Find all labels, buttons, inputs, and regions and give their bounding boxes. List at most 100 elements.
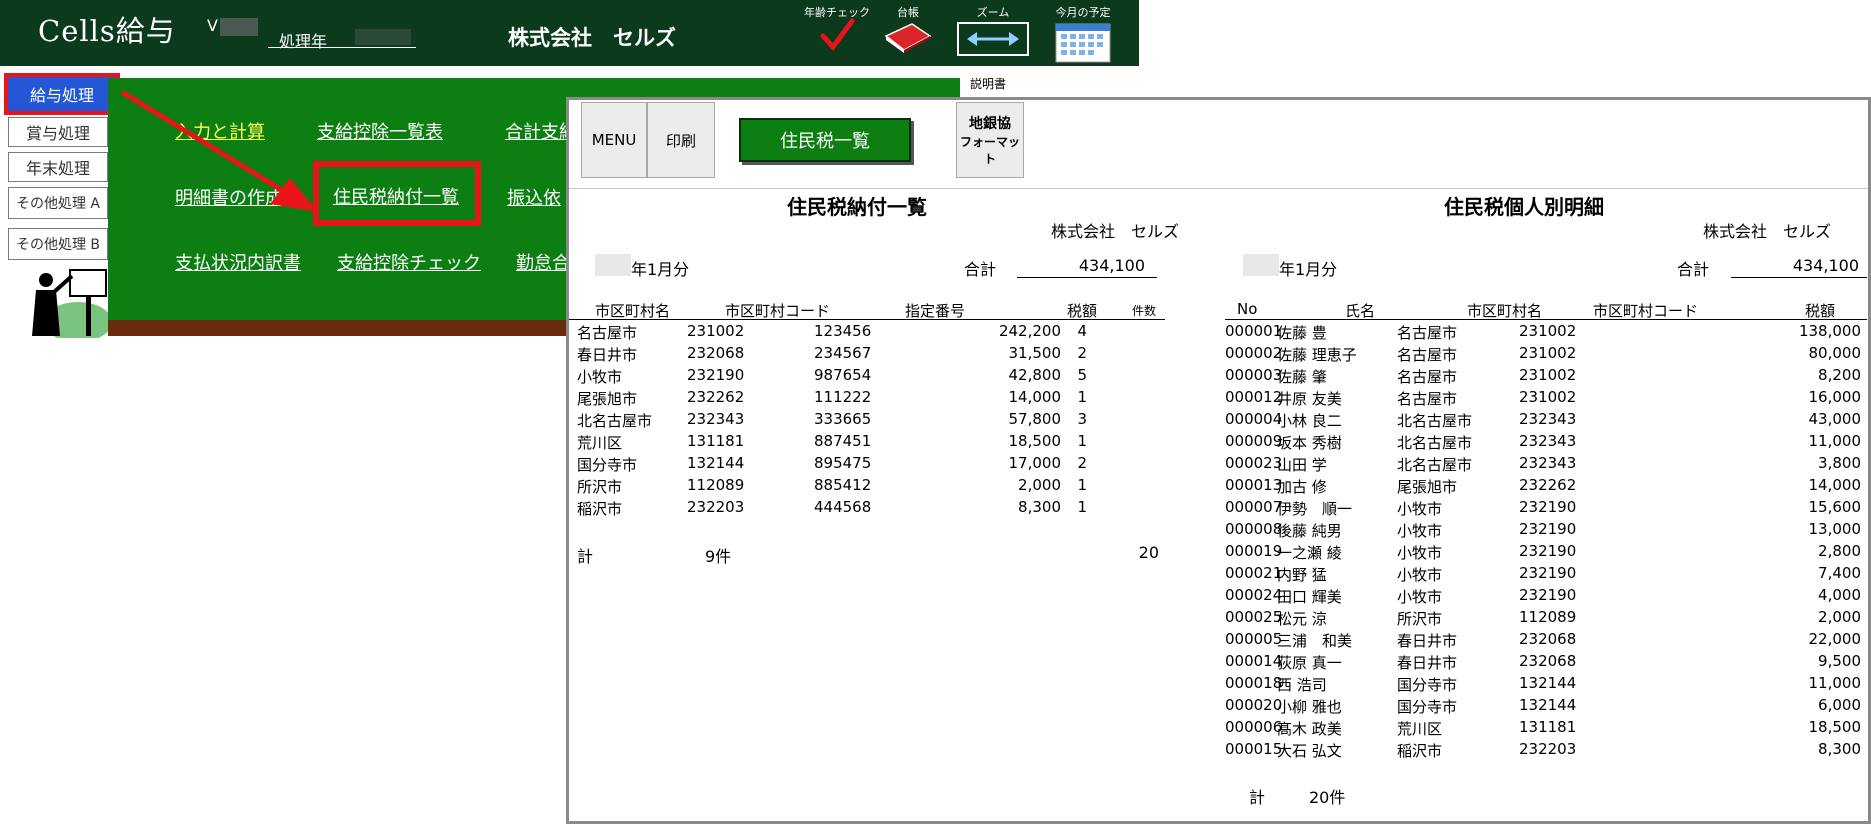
- left-period-year-mask: [595, 254, 631, 276]
- menu-link-attendance[interactable]: 勤怠合: [516, 249, 570, 275]
- table-cell: 北名古屋市: [1397, 412, 1473, 430]
- table-cell: 111222: [814, 388, 872, 406]
- left-total-value: 434,100: [1078, 256, 1145, 275]
- table-cell: 稲沢市: [1397, 742, 1443, 760]
- table-cell: 000006: [1225, 718, 1283, 736]
- bank-format-button[interactable]: 地銀協 フォーマット: [956, 102, 1024, 178]
- table-cell: 稲沢市: [577, 500, 623, 518]
- age-check-button[interactable]: 年齢チェック: [802, 4, 872, 55]
- table-cell: 000021: [1225, 564, 1283, 582]
- right-table-body: 000001 佐藤 豊名古屋市 231002 138,000 000002 佐藤 理恵子名…: [1225, 322, 1865, 762]
- table-cell: 31,500: [1008, 344, 1062, 362]
- menu-button[interactable]: MENU: [581, 102, 647, 178]
- table-cell: 000012: [1225, 388, 1283, 406]
- zoom-button[interactable]: ズーム: [955, 4, 1031, 56]
- table-row: 000019 一之瀬 綾 小牧市 232190 2,800: [1225, 542, 1865, 564]
- table-cell: 名古屋市: [1397, 390, 1458, 408]
- table-cell: 1: [1077, 432, 1087, 450]
- menu-link-payment-status[interactable]: 支払状況内訳書: [175, 249, 301, 275]
- right-period-year-mask: [1243, 254, 1279, 276]
- table-cell: 57,800: [1008, 410, 1062, 428]
- arrow-annotation: [120, 89, 318, 212]
- bank-format-label-2: フォーマット: [959, 135, 1020, 166]
- table-cell: 名古屋市: [1397, 346, 1458, 364]
- table-cell: 000013: [1225, 476, 1283, 494]
- left-report-company: 株式会社 セルズ: [1051, 222, 1180, 241]
- table-cell: 234567: [814, 344, 872, 362]
- table-cell: 232068: [1519, 652, 1577, 670]
- table-cell: 000024: [1225, 586, 1283, 604]
- table-cell: 2,000: [1818, 608, 1861, 626]
- book-icon: [884, 23, 932, 53]
- table-cell: 232190: [687, 366, 745, 384]
- table-cell: 坂本 秀樹: [1277, 434, 1342, 452]
- table-row: 000004 小林 良二 北名古屋市 232343 43,000: [1225, 410, 1865, 432]
- table-cell: 名古屋市: [1397, 324, 1458, 342]
- ledger-button[interactable]: 台帳: [880, 4, 936, 57]
- column-header: 税額: [1805, 302, 1836, 320]
- table-cell: 000002: [1225, 344, 1283, 362]
- left-footer-total: 20: [1138, 543, 1159, 562]
- table-cell: 小林 良二: [1277, 412, 1342, 430]
- table-cell: 232190: [1519, 586, 1577, 604]
- table-cell: 232343: [687, 410, 745, 428]
- table-cell: 444568: [814, 498, 872, 516]
- table-row: 000001 佐藤 豊 名古屋市 231002 138,000: [1225, 322, 1865, 344]
- table-row: 000021 内野 猛 小牧市 232190 7,400: [1225, 564, 1865, 586]
- table-cell: 000023: [1225, 454, 1283, 472]
- table-row: 国分寺市 132144 895475 17,000 2: [577, 454, 1165, 476]
- table-cell: 佐藤 理恵子: [1277, 346, 1357, 364]
- table-row: 000009 坂本 秀樹 北名古屋市 232343 11,000: [1225, 432, 1865, 454]
- table-cell: 内野 猛: [1277, 566, 1327, 584]
- table-cell: 春日井市: [1397, 632, 1458, 650]
- manual-link[interactable]: 説明書: [970, 75, 1006, 92]
- resident-tax-list-button[interactable]: 住民税一覧: [739, 118, 911, 162]
- table-cell: 3: [1077, 410, 1087, 428]
- table-row: 000005 三浦 和美 春日井市 232068 22,000: [1225, 630, 1865, 652]
- print-button[interactable]: 印刷: [647, 102, 715, 178]
- table-cell: 112089: [687, 476, 745, 494]
- table-row: 所沢市 112089 885412 2,000 1: [577, 476, 1165, 498]
- right-report-company: 株式会社 セルズ: [1703, 222, 1832, 241]
- schedule-button[interactable]: 今月の予定: [1048, 4, 1118, 67]
- right-header-rule: [1225, 319, 1867, 320]
- menu-link-deduction-check[interactable]: 支給控除チェック: [337, 249, 481, 275]
- column-header: 市区町村コード: [725, 302, 831, 320]
- table-cell: 2: [1077, 344, 1087, 362]
- table-cell: 尾張旭市: [577, 390, 638, 408]
- table-cell: 000005: [1225, 630, 1283, 648]
- left-period: 年1月分: [631, 260, 690, 279]
- table-cell: 佐藤 豊: [1277, 324, 1327, 342]
- table-cell: 231002: [1519, 322, 1577, 340]
- table-cell: 荒川区: [1397, 720, 1443, 738]
- table-row: 000012 井原 友美 名古屋市 231002 16,000: [1225, 388, 1865, 410]
- table-cell: 小牧市: [1397, 544, 1443, 562]
- table-cell: 2,000: [1018, 476, 1061, 494]
- table-cell: 8,300: [1018, 498, 1061, 516]
- table-cell: 232190: [1519, 498, 1577, 516]
- table-cell: 000025: [1225, 608, 1283, 626]
- table-cell: 232262: [1519, 476, 1577, 494]
- resident-tax-dialog: MENU 印刷 住民税一覧 地銀協 フォーマット 住民税納付一覧 株式会社 セル…: [566, 97, 1871, 824]
- table-cell: 加古 修: [1277, 478, 1327, 496]
- table-row: 000013 加古 修 尾張旭市 232262 14,000: [1225, 476, 1865, 498]
- table-cell: 000019: [1225, 542, 1283, 560]
- left-report-title: 住民税納付一覧: [787, 195, 927, 219]
- table-cell: 所沢市: [577, 478, 623, 496]
- menu-link-transfer-request[interactable]: 振込依: [507, 184, 561, 210]
- table-cell: 232343: [1519, 454, 1577, 472]
- table-cell: 123456: [814, 322, 872, 340]
- table-cell: 231002: [687, 322, 745, 340]
- table-cell: 7,400: [1818, 564, 1861, 582]
- ledger-label: 台帳: [897, 6, 919, 19]
- table-cell: 232343: [1519, 410, 1577, 428]
- table-cell: 小牧市: [1397, 566, 1443, 584]
- table-cell: 小牧市: [1397, 588, 1443, 606]
- table-cell: 11,000: [1808, 674, 1862, 692]
- table-cell: 一之瀬 綾: [1277, 544, 1342, 562]
- processing-year-value[interactable]: [355, 29, 411, 45]
- table-cell: 987654: [814, 366, 872, 384]
- table-cell: 西 浩司: [1277, 676, 1327, 694]
- left-total-underline: [1017, 277, 1157, 278]
- table-cell: 佐藤 肇: [1277, 368, 1327, 386]
